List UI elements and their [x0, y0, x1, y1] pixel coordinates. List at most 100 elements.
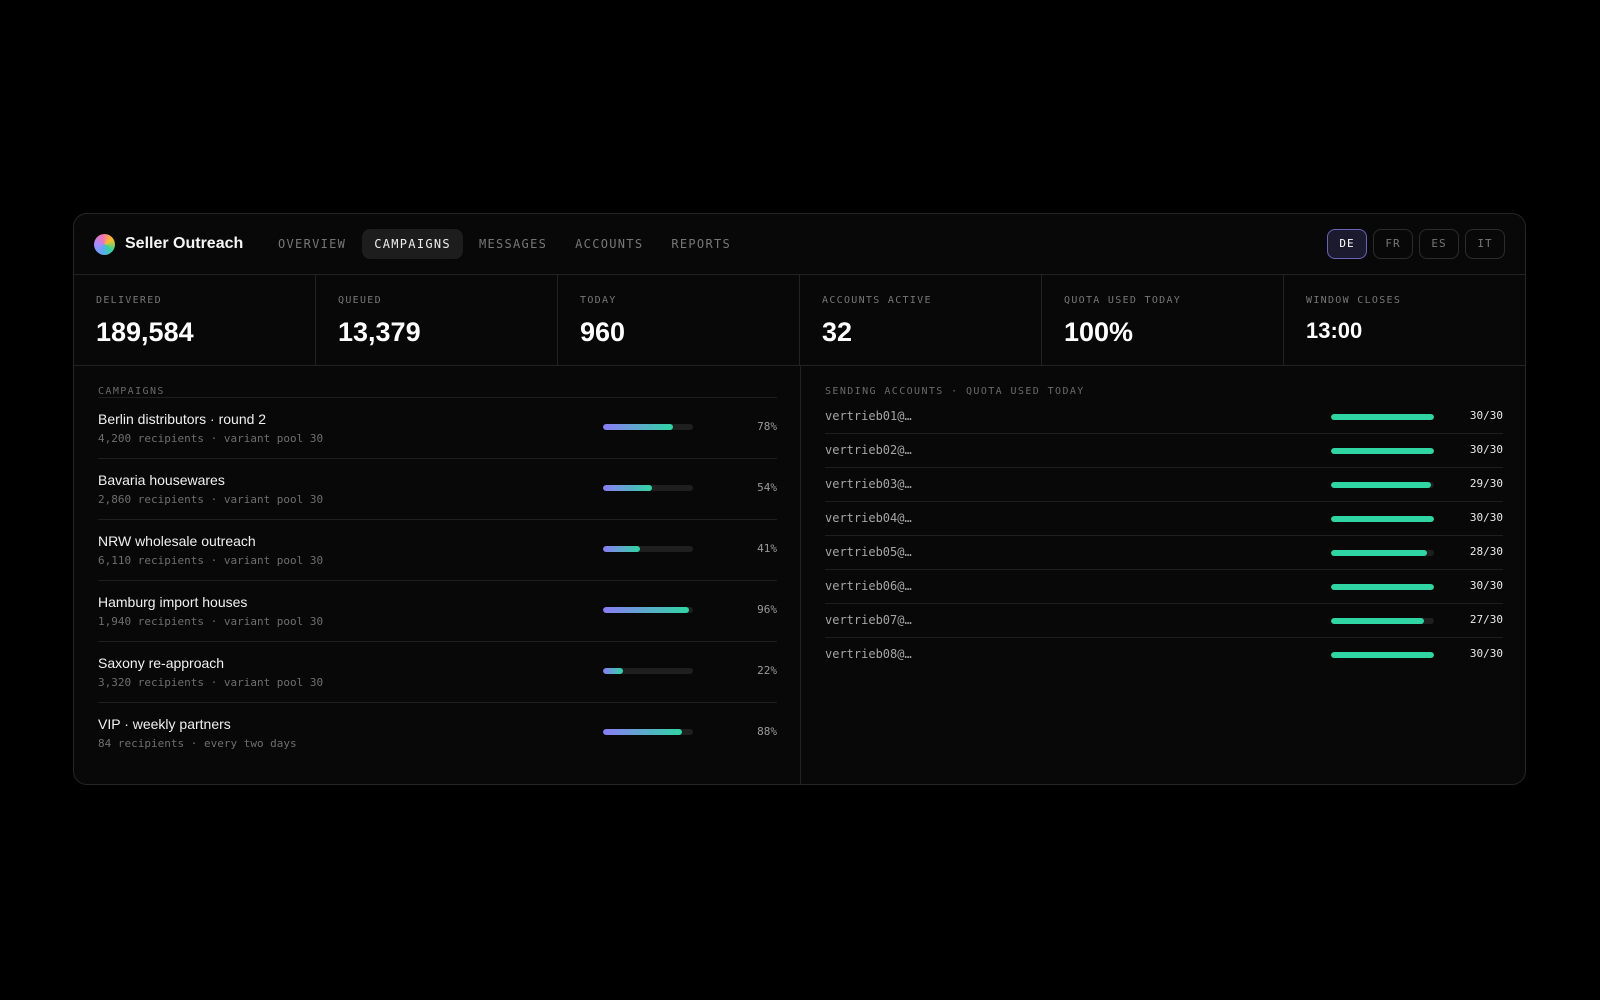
- account-row[interactable]: vertrieb05@… 28/30: [825, 536, 1503, 570]
- progress-fill: [603, 607, 690, 613]
- campaign-name: Bavaria housewares: [98, 472, 225, 488]
- account-name: vertrieb05@…: [825, 545, 912, 559]
- campaign-meta: 4,200 recipients · variant pool 30: [98, 432, 324, 445]
- stat-value: 13,379: [338, 317, 421, 347]
- campaign-row[interactable]: Berlin distributors · round 2 4,200 reci…: [98, 398, 777, 459]
- progress-bar: [603, 668, 693, 674]
- tab-reports[interactable]: REPORTS: [659, 229, 743, 259]
- quota-count: 30/30: [1469, 511, 1503, 524]
- quota-bar: [1331, 652, 1434, 658]
- quota-bar: [1331, 516, 1434, 522]
- quota-bar: [1331, 584, 1434, 590]
- account-row[interactable]: vertrieb07@… 27/30: [825, 604, 1503, 638]
- campaign-percent: 78%: [757, 420, 777, 433]
- quota-fill: [1331, 652, 1434, 658]
- stat-label: QUEUED: [338, 295, 382, 306]
- stat-label: QUOTA USED TODAY: [1064, 295, 1182, 306]
- quota-fill: [1331, 414, 1434, 420]
- quota-count: 30/30: [1469, 579, 1503, 592]
- tab-campaigns[interactable]: CAMPAIGNS: [362, 229, 463, 259]
- campaign-row[interactable]: Bavaria housewares 2,860 recipients · va…: [98, 459, 777, 520]
- account-row[interactable]: vertrieb08@… 30/30: [825, 638, 1503, 672]
- campaign-row[interactable]: Saxony re-approach 3,320 recipients · va…: [98, 642, 777, 703]
- progress-bar: [603, 607, 693, 613]
- gradient-circle-logo-icon: [94, 234, 115, 255]
- progress-bar: [603, 729, 693, 735]
- account-row[interactable]: vertrieb04@… 30/30: [825, 502, 1503, 536]
- accounts-panel: SENDING ACCOUNTS · QUOTA USED TODAY vert…: [801, 366, 1525, 784]
- quota-count: 30/30: [1469, 443, 1503, 456]
- campaign-row[interactable]: Hamburg import houses 1,940 recipients ·…: [98, 581, 777, 642]
- section-title: CAMPAIGNS: [98, 386, 165, 397]
- stat-value: 100%: [1064, 317, 1134, 347]
- stat-label: WINDOW CLOSES: [1306, 295, 1402, 306]
- campaign-percent: 41%: [757, 542, 777, 555]
- language-switcher: DE FR ES IT: [1321, 229, 1505, 259]
- account-name: vertrieb03@…: [825, 477, 912, 491]
- quota-fill: [1331, 584, 1434, 590]
- campaign-name: Berlin distributors · round 2: [98, 411, 267, 427]
- campaign-percent: 22%: [757, 664, 777, 677]
- stat-value: 32: [822, 317, 853, 347]
- account-list: vertrieb01@… 30/30 vertrieb02@… 30/30 ve…: [825, 400, 1503, 672]
- campaign-meta: 84 recipients · every two days: [98, 737, 297, 750]
- campaign-meta: 3,320 recipients · variant pool 30: [98, 676, 324, 689]
- quota-bar: [1331, 550, 1434, 556]
- campaign-name: VIP · weekly partners: [98, 716, 231, 732]
- lang-button-fr[interactable]: FR: [1373, 229, 1413, 259]
- tab-accounts[interactable]: ACCOUNTS: [563, 229, 655, 259]
- campaign-row[interactable]: VIP · weekly partners 84 recipients · ev…: [98, 703, 777, 764]
- app-title: Seller Outreach: [125, 235, 244, 252]
- account-name: vertrieb04@…: [825, 511, 912, 525]
- campaigns-panel: CAMPAIGNS Berlin distributors · round 2 …: [74, 366, 801, 784]
- lang-button-it[interactable]: IT: [1465, 229, 1505, 259]
- quota-count: 29/30: [1469, 477, 1503, 490]
- progress-fill: [603, 668, 623, 674]
- quota-count: 30/30: [1469, 409, 1503, 422]
- progress-bar: [603, 546, 693, 552]
- account-row[interactable]: vertrieb06@… 30/30: [825, 570, 1503, 604]
- lang-button-es[interactable]: ES: [1419, 229, 1459, 259]
- stat-value: 189,584: [96, 317, 194, 347]
- stat-value: 960: [580, 317, 626, 347]
- progress-fill: [603, 424, 674, 430]
- account-row[interactable]: vertrieb03@… 29/30: [825, 468, 1503, 502]
- quota-count: 28/30: [1469, 545, 1503, 558]
- stat-today: TODAY 960: [558, 275, 800, 365]
- campaign-percent: 88%: [757, 725, 777, 738]
- campaign-name: Hamburg import houses: [98, 594, 248, 610]
- quota-fill: [1331, 482, 1431, 488]
- account-name: vertrieb08@…: [825, 647, 912, 661]
- account-name: vertrieb06@…: [825, 579, 912, 593]
- campaign-percent: 96%: [757, 603, 777, 616]
- header: Seller Outreach OVERVIEW CAMPAIGNS MESSA…: [74, 214, 1525, 275]
- quota-bar: [1331, 448, 1434, 454]
- quota-count: 30/30: [1469, 647, 1503, 660]
- progress-bar: [603, 485, 693, 491]
- campaign-meta: 6,110 recipients · variant pool 30: [98, 554, 324, 567]
- campaign-meta: 1,940 recipients · variant pool 30: [98, 615, 324, 628]
- stat-label: ACCOUNTS ACTIVE: [822, 295, 932, 306]
- stat-label: DELIVERED: [96, 295, 162, 306]
- campaign-percent: 54%: [757, 481, 777, 494]
- lang-button-de[interactable]: DE: [1327, 229, 1367, 259]
- account-row[interactable]: vertrieb02@… 30/30: [825, 434, 1503, 468]
- stat-value: 13:00: [1306, 318, 1363, 343]
- account-name: vertrieb02@…: [825, 443, 912, 457]
- quota-bar: [1331, 618, 1434, 624]
- progress-fill: [603, 729, 683, 735]
- stat-label: TODAY: [580, 295, 617, 306]
- quota-fill: [1331, 516, 1434, 522]
- campaign-meta: 2,860 recipients · variant pool 30: [98, 493, 324, 506]
- section-title: SENDING ACCOUNTS · QUOTA USED TODAY: [825, 386, 1085, 397]
- stat-delivered: DELIVERED 189,584: [74, 275, 316, 365]
- quota-count: 27/30: [1469, 613, 1503, 626]
- account-row[interactable]: vertrieb01@… 30/30: [825, 400, 1503, 434]
- campaign-row[interactable]: NRW wholesale outreach 6,110 recipients …: [98, 520, 777, 581]
- progress-fill: [603, 546, 640, 552]
- campaign-list: Berlin distributors · round 2 4,200 reci…: [98, 397, 777, 764]
- nav-tabs: OVERVIEW CAMPAIGNS MESSAGES ACCOUNTS REP…: [266, 229, 747, 259]
- tab-messages[interactable]: MESSAGES: [467, 229, 559, 259]
- tab-overview[interactable]: OVERVIEW: [266, 229, 358, 259]
- stats-bar: DELIVERED 189,584 QUEUED 13,379 TODAY 96…: [74, 275, 1525, 366]
